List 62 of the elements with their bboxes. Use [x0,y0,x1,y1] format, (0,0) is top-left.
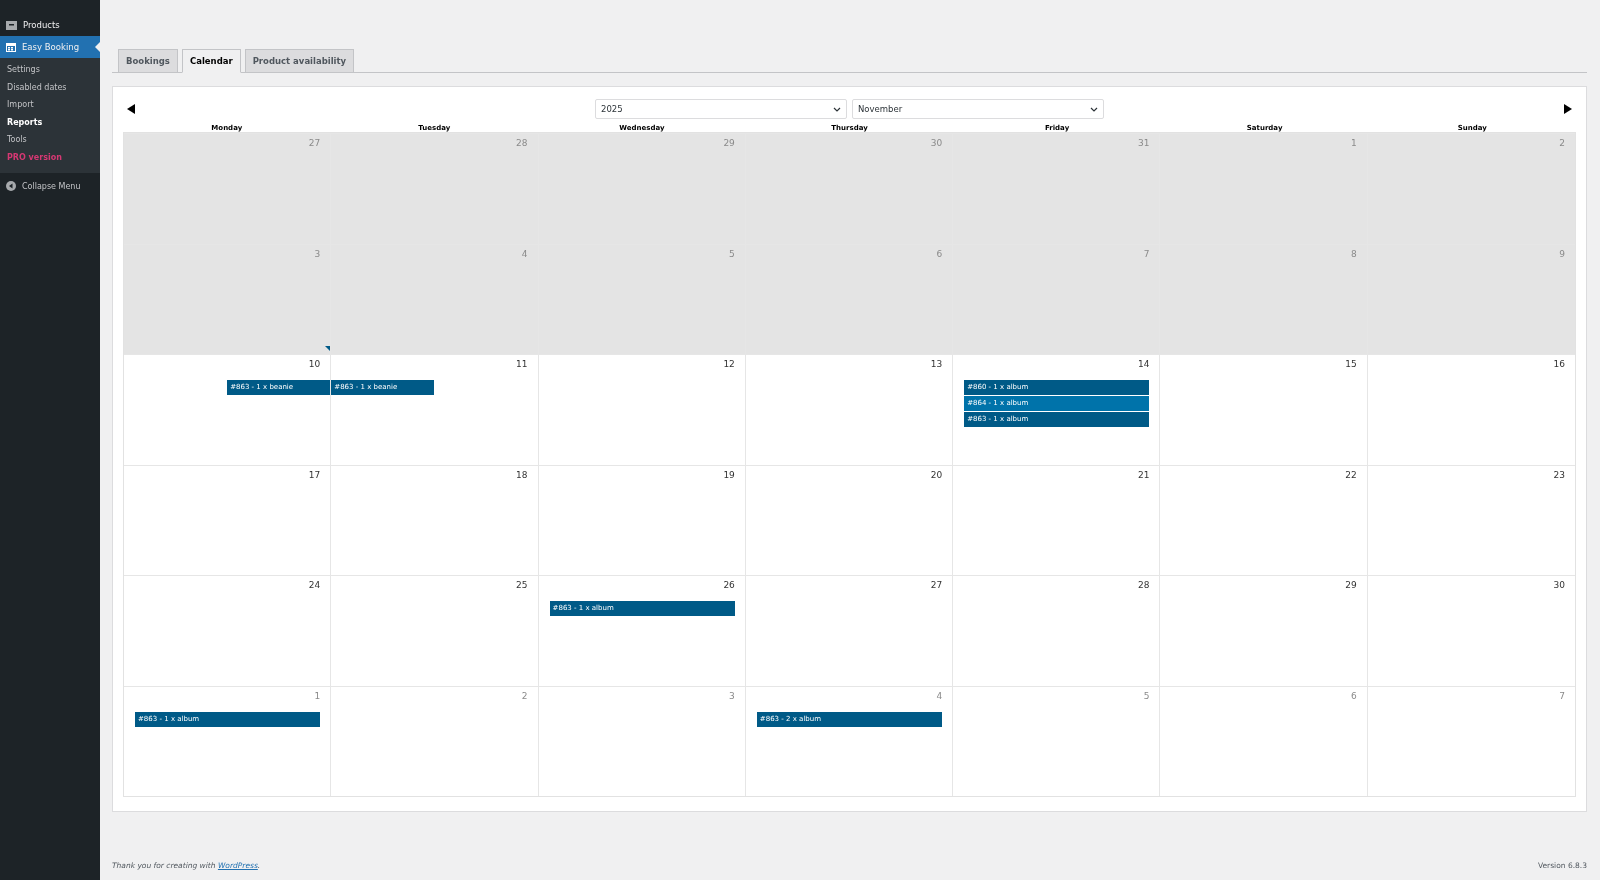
collapse-menu-button[interactable]: Collapse Menu [0,173,100,199]
submenu-item[interactable]: Import [0,97,100,115]
day-number: 15 [1345,358,1358,369]
day-number: 6 [1350,689,1358,701]
day-number: 10 [308,358,322,369]
submenu-item[interactable]: Reports [0,114,100,132]
tab[interactable]: Calendar [181,49,241,73]
day-number: 5 [729,247,736,259]
chevron-down-icon [1090,106,1098,112]
day-number: 1 [1350,137,1358,148]
day-number: 18 [516,468,529,480]
day-number: 31 [1137,137,1151,148]
day-number: 7 [1143,247,1151,259]
calendar-icon [6,42,16,52]
year-select[interactable]: 2025 [595,99,847,119]
day-number: 28 [1137,579,1151,590]
day-number: 4 [521,247,529,259]
day-number: 21 [1137,468,1151,480]
submenu-item[interactable]: Settings [0,62,100,80]
day-number: 27 [308,137,322,148]
day-number: 13 [930,358,944,369]
day-number: 17 [308,468,322,480]
day-number: 25 [516,579,529,590]
day-number: 19 [723,468,736,480]
day-number: 12 [723,358,736,369]
day-number: 14 [1137,358,1151,369]
day-number: 30 [1553,579,1566,590]
day-number: 2 [521,689,529,701]
day-number: 9 [1559,247,1566,259]
day-number: 24 [308,579,322,590]
day-number: 3 [314,247,322,259]
next-icon[interactable] [1564,104,1572,114]
previous-icon[interactable] [127,104,135,114]
day-number: 5 [1143,689,1151,701]
day-number: 3 [729,689,736,701]
day-number: 4 [936,689,944,701]
tab[interactable]: Product availability [244,49,355,73]
day-number: 29 [1345,579,1358,590]
menu-item[interactable]: Products [0,14,100,36]
menu-item[interactable]: Easy Booking [0,36,100,58]
day-number: 8 [1350,247,1358,259]
day-number: 6 [936,247,944,259]
tab[interactable]: Bookings [118,49,178,73]
day-number: 23 [1553,468,1566,480]
day-number: 26 [723,579,736,590]
day-number: 30 [930,137,944,148]
day-number: 22 [1345,468,1358,480]
archive-icon [6,20,17,30]
submenu-item[interactable]: Disabled dates [0,79,100,97]
day-number: 1 [314,689,322,701]
day-number: 7 [1559,689,1566,701]
day-number: 11 [516,358,529,369]
collapse-icon [6,181,16,191]
submenu-item[interactable]: Tools [0,132,100,150]
day-number: 27 [930,579,944,590]
day-number: 20 [930,468,944,480]
day-number: 16 [1553,358,1566,369]
month-select[interactable]: November [852,99,1104,119]
chevron-down-icon [833,106,841,112]
day-number: 29 [723,137,736,148]
day-number: 2 [1559,137,1566,148]
day-number: 28 [516,137,529,148]
